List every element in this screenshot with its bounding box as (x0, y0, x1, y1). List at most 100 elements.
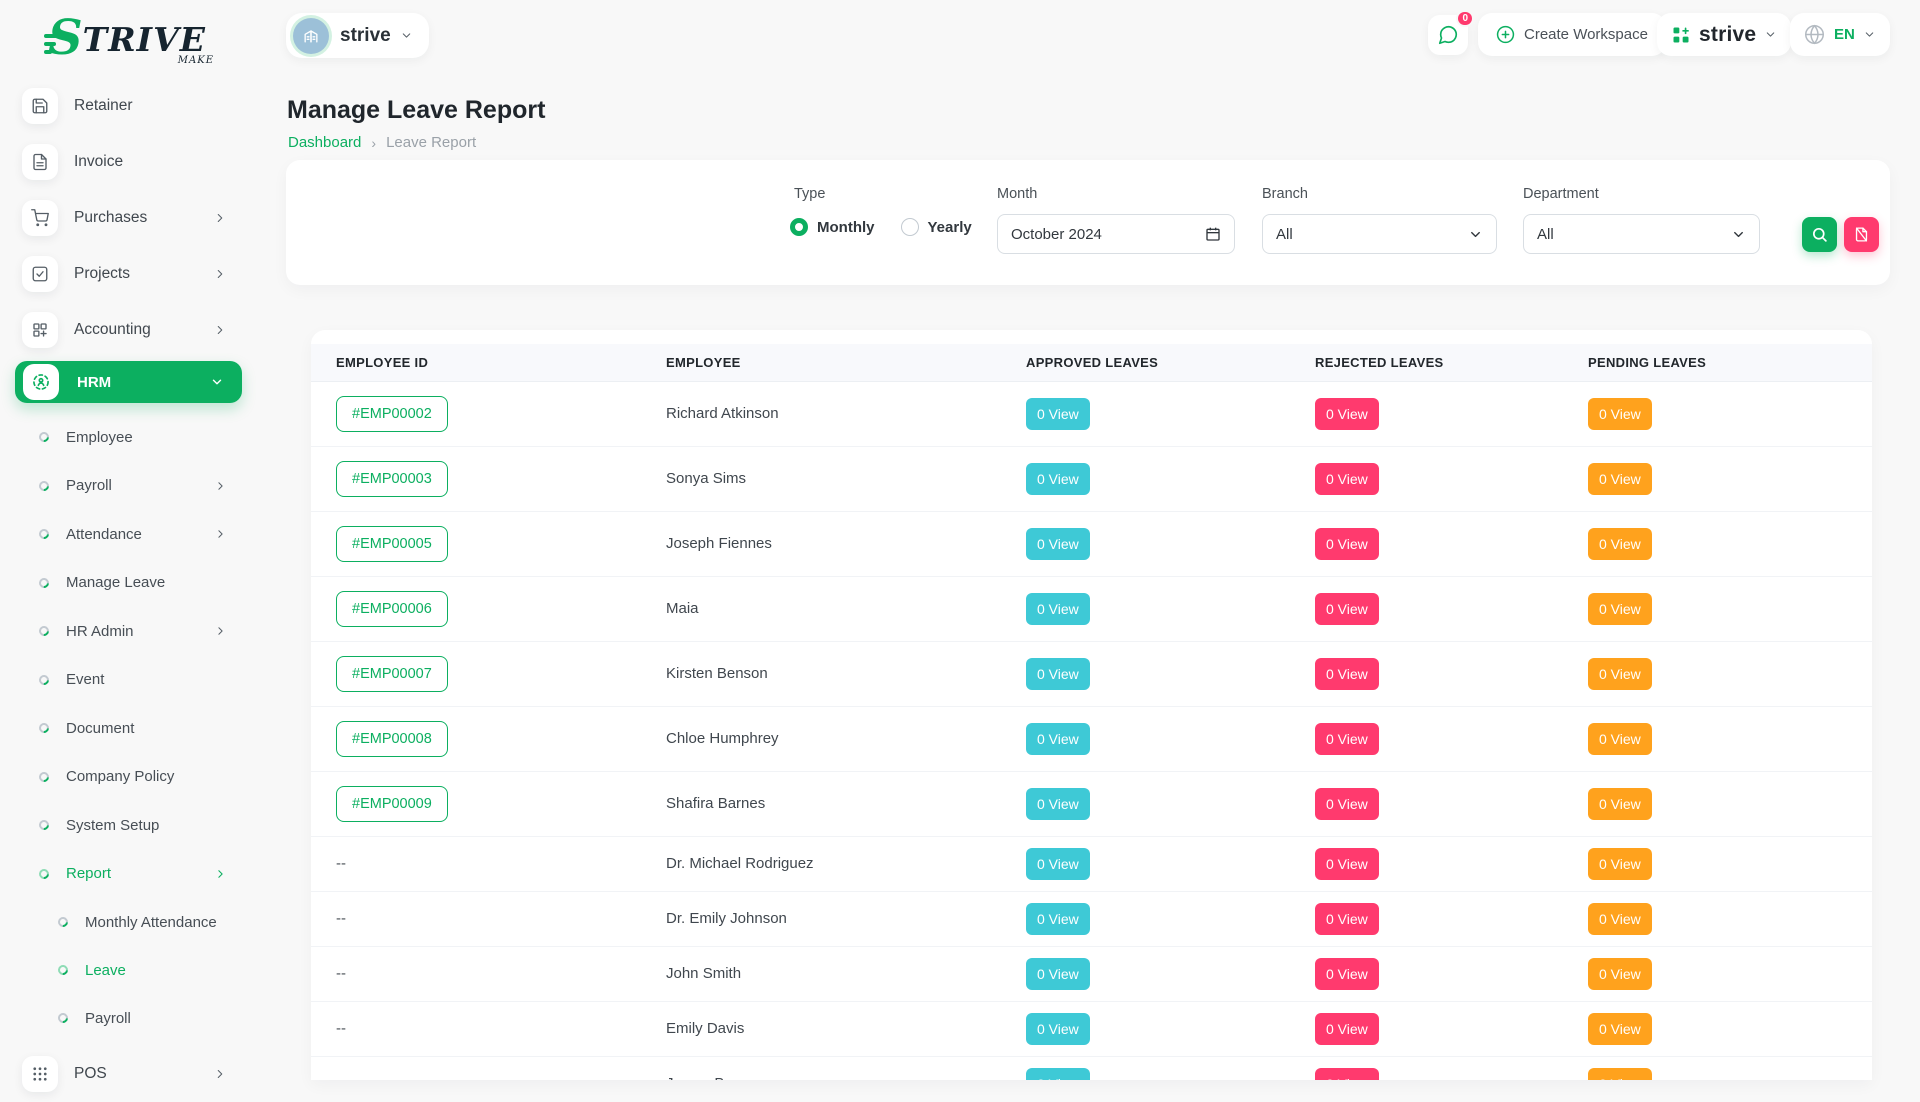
sidebar-item-pos[interactable]: POS (0, 1046, 260, 1102)
table-row: #EMP00003 Sonya Sims 0 View 0 View 0 Vie… (311, 446, 1872, 511)
pending-leaves-view-button[interactable]: 0 View (1588, 463, 1652, 495)
employee-id-cell[interactable]: #EMP00005 (336, 526, 448, 562)
approved-leaves-view-button[interactable]: 0 View (1026, 848, 1090, 880)
invoice-icon (22, 144, 58, 180)
search-button[interactable] (1802, 217, 1837, 252)
sidebar-item-payroll[interactable]: Payroll (0, 462, 260, 511)
organization-menu[interactable]: strive (1657, 13, 1791, 56)
pending-leaves-view-button[interactable]: 0 View (1588, 1013, 1652, 1045)
employee-id-cell[interactable]: #EMP00002 (336, 396, 448, 432)
table-row: -- James Brown 0 View 0 View 0 View (311, 1056, 1872, 1080)
check-square-icon (22, 256, 58, 292)
monthly-radio[interactable] (790, 218, 808, 236)
approved-leaves-view-button[interactable]: 0 View (1026, 398, 1090, 430)
chevron-down-icon (400, 29, 413, 42)
sidebar-item-event[interactable]: Event (0, 656, 260, 705)
table-row: -- Dr. Emily Johnson 0 View 0 View 0 Vie… (311, 891, 1872, 946)
rejected-leaves-view-button[interactable]: 0 View (1315, 398, 1379, 430)
approved-leaves-view-button[interactable]: 0 View (1026, 1013, 1090, 1045)
employee-id-cell[interactable]: #EMP00003 (336, 461, 448, 497)
department-value: All (1537, 226, 1554, 243)
pending-leaves-view-button[interactable]: 0 View (1588, 528, 1652, 560)
sidebar-item-company-policy[interactable]: Company Policy (0, 753, 260, 802)
rejected-leaves-view-button[interactable]: 0 View (1315, 848, 1379, 880)
workspace-switcher[interactable]: strive (286, 13, 429, 58)
sidebar-item-invoice[interactable]: Invoice (0, 134, 260, 190)
brand-logo[interactable]: STRIVE MAKE (48, 18, 218, 66)
approved-leaves-view-button[interactable]: 0 View (1026, 1068, 1090, 1081)
month-input[interactable]: October 2024 (997, 214, 1235, 254)
sidebar-item-leave[interactable]: Leave (0, 946, 260, 994)
column-header-approved-leaves: APPROVED LEAVES (1001, 344, 1290, 381)
chevron-down-icon (1731, 227, 1746, 242)
rejected-leaves-view-button[interactable]: 0 View (1315, 463, 1379, 495)
breadcrumb-dashboard-link[interactable]: Dashboard (288, 134, 361, 151)
approved-leaves-view-button[interactable]: 0 View (1026, 788, 1090, 820)
monthly-radio-label[interactable]: Monthly (817, 219, 875, 236)
employee-id-cell[interactable]: #EMP00009 (336, 786, 448, 822)
pending-leaves-view-button[interactable]: 0 View (1588, 398, 1652, 430)
branch-select[interactable]: All (1262, 214, 1497, 254)
pending-leaves-view-button[interactable]: 0 View (1588, 903, 1652, 935)
employee-id-cell[interactable]: #EMP00007 (336, 656, 448, 692)
workspace-avatar (293, 18, 329, 54)
sidebar-item-employee[interactable]: Employee (0, 413, 260, 462)
approved-leaves-view-button[interactable]: 0 View (1026, 958, 1090, 990)
rejected-leaves-view-button[interactable]: 0 View (1315, 958, 1379, 990)
sidebar-item-purchases[interactable]: Purchases (0, 190, 260, 246)
sidebar-item-hrm[interactable]: HRM (15, 361, 242, 403)
employee-id-cell[interactable]: #EMP00008 (336, 721, 448, 757)
sidebar-item-hr-admin[interactable]: HR Admin (0, 607, 260, 656)
approved-leaves-view-button[interactable]: 0 View (1026, 528, 1090, 560)
approved-leaves-view-button[interactable]: 0 View (1026, 593, 1090, 625)
report-submenu: Monthly Attendance Leave Payroll (0, 898, 260, 1042)
chevron-down-icon (1468, 227, 1483, 242)
pending-leaves-view-button[interactable]: 0 View (1588, 848, 1652, 880)
sidebar-item-accounting[interactable]: Accounting (0, 302, 260, 358)
rejected-leaves-view-button[interactable]: 0 View (1315, 593, 1379, 625)
sidebar-item-projects[interactable]: Projects (0, 246, 260, 302)
hrm-icon (23, 364, 59, 400)
pending-leaves-view-button[interactable]: 0 View (1588, 723, 1652, 755)
approved-leaves-view-button[interactable]: 0 View (1026, 903, 1090, 935)
logo-text: TRIVE (83, 22, 206, 58)
approved-leaves-view-button[interactable]: 0 View (1026, 658, 1090, 690)
sidebar-item-label: Purchases (74, 209, 147, 227)
pending-leaves-view-button[interactable]: 0 View (1588, 958, 1652, 990)
approved-leaves-view-button[interactable]: 0 View (1026, 723, 1090, 755)
rejected-leaves-view-button[interactable]: 0 View (1315, 1013, 1379, 1045)
sidebar-item-retainer[interactable]: Retainer (0, 78, 260, 134)
department-select[interactable]: All (1523, 214, 1760, 254)
rejected-leaves-view-button[interactable]: 0 View (1315, 1068, 1379, 1081)
table-row: -- John Smith 0 View 0 View 0 View (311, 946, 1872, 1001)
employee-id-cell: -- (336, 965, 346, 982)
create-workspace-button[interactable]: Create Workspace (1478, 13, 1666, 56)
sidebar-item-attendance[interactable]: Attendance (0, 510, 260, 559)
language-selector[interactable]: EN (1790, 13, 1890, 56)
employee-id-cell[interactable]: #EMP00006 (336, 591, 448, 627)
sidebar-item-report[interactable]: Report (0, 850, 260, 899)
rejected-leaves-view-button[interactable]: 0 View (1315, 903, 1379, 935)
rejected-leaves-view-button[interactable]: 0 View (1315, 528, 1379, 560)
sidebar-item-document[interactable]: Document (0, 704, 260, 753)
table-row: -- Dr. Michael Rodriguez 0 View 0 View 0… (311, 836, 1872, 891)
sidebar-item-system-setup[interactable]: System Setup (0, 801, 260, 850)
breadcrumb-separator: › (371, 135, 376, 151)
rejected-leaves-view-button[interactable]: 0 View (1315, 788, 1379, 820)
sidebar-item-payroll-report[interactable]: Payroll (0, 994, 260, 1042)
pending-leaves-view-button[interactable]: 0 View (1588, 788, 1652, 820)
sidebar-item-manage-leave[interactable]: Manage Leave (0, 559, 260, 608)
sidebar-item-monthly-attendance[interactable]: Monthly Attendance (0, 898, 260, 946)
pending-leaves-view-button[interactable]: 0 View (1588, 1068, 1652, 1081)
yearly-radio[interactable] (901, 218, 919, 236)
yearly-radio-label[interactable]: Yearly (928, 219, 972, 236)
approved-leaves-view-button[interactable]: 0 View (1026, 463, 1090, 495)
pending-leaves-view-button[interactable]: 0 View (1588, 658, 1652, 690)
submenu-label: HR Admin (66, 623, 134, 640)
pending-leaves-view-button[interactable]: 0 View (1588, 593, 1652, 625)
messages-button[interactable]: 0 (1428, 15, 1468, 55)
chevron-down-icon (1764, 28, 1777, 41)
rejected-leaves-view-button[interactable]: 0 View (1315, 723, 1379, 755)
reset-filter-button[interactable] (1844, 217, 1879, 252)
rejected-leaves-view-button[interactable]: 0 View (1315, 658, 1379, 690)
